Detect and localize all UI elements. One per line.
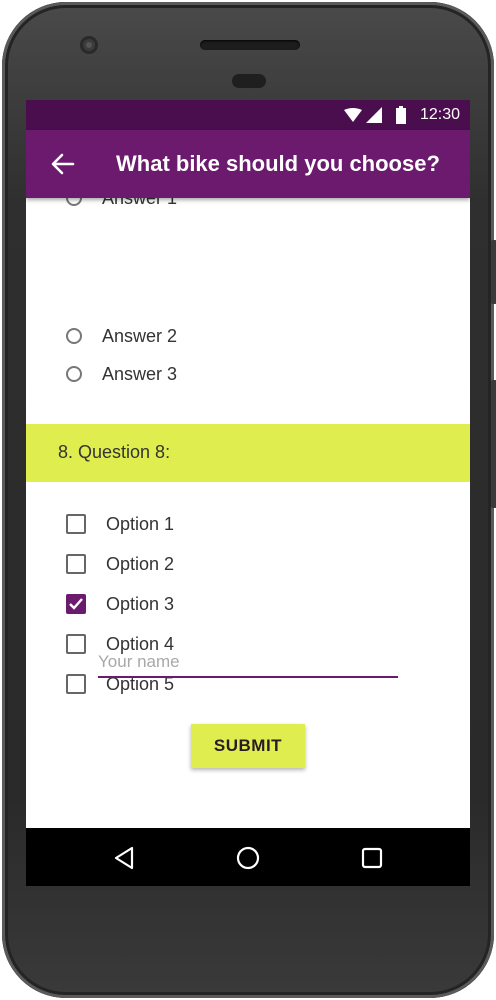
wifi-icon <box>344 108 362 122</box>
question-header: 8. Question 8: <box>26 424 470 482</box>
power-button <box>491 240 496 304</box>
answer-label: Answer 3 <box>102 363 178 384</box>
checkbox[interactable] <box>66 554 86 574</box>
radio-answer-1[interactable]: Answer 1 <box>66 198 177 210</box>
front-camera <box>80 36 98 54</box>
checkbox-option-3[interactable]: Option 3 <box>66 592 174 616</box>
radio-button[interactable] <box>66 328 82 344</box>
name-input[interactable] <box>98 648 398 678</box>
battery-icon <box>396 106 406 124</box>
back-button[interactable] <box>48 150 76 178</box>
radio-answer-3[interactable]: Answer 3 <box>66 362 177 386</box>
arrow-back-icon <box>51 153 75 175</box>
checkmark-icon <box>69 598 83 610</box>
radio-button[interactable] <box>66 366 82 382</box>
answer-label: Answer 2 <box>102 325 178 346</box>
radio-answer-2[interactable]: Answer 2 <box>66 324 177 348</box>
checkbox-checked[interactable] <box>66 594 86 614</box>
signal-icon <box>366 107 382 123</box>
circle-home-icon <box>236 846 260 870</box>
checkbox[interactable] <box>66 514 86 534</box>
navigation-bar <box>26 828 470 886</box>
checkbox[interactable] <box>66 674 86 694</box>
nav-recents-button[interactable] <box>359 845 385 871</box>
app-bar: What bike should you choose? <box>26 130 470 198</box>
option-label: Option 3 <box>106 593 175 614</box>
earpiece-speaker <box>200 40 300 50</box>
status-bar: 12:30 <box>26 100 470 130</box>
question-label: 8. Question 8: <box>58 442 171 462</box>
option-label: Option 1 <box>106 513 175 534</box>
submit-button[interactable]: SUBMIT <box>191 724 305 768</box>
answer-label: Answer 1 <box>102 198 177 209</box>
volume-button <box>491 380 496 508</box>
checkbox-option-2[interactable]: Option 2 <box>66 552 174 576</box>
triangle-back-icon <box>114 846 134 870</box>
page-title: What bike should you choose? <box>116 151 440 176</box>
nav-home-button[interactable] <box>235 845 261 871</box>
radio-button[interactable] <box>66 198 82 206</box>
option-label: Option 2 <box>106 553 175 574</box>
proximity-sensor <box>232 74 266 88</box>
screen: 12:30 What bike should you choose? Answe… <box>26 100 470 886</box>
checkbox-option-1[interactable]: Option 1 <box>66 512 174 536</box>
nav-back-button[interactable] <box>112 845 138 871</box>
form-content: Answer 1 Answer 2 Answer 3 8. Question 8… <box>26 198 470 828</box>
square-recents-icon <box>361 847 383 869</box>
status-time: 12:30 <box>419 106 460 123</box>
checkbox[interactable] <box>66 634 86 654</box>
